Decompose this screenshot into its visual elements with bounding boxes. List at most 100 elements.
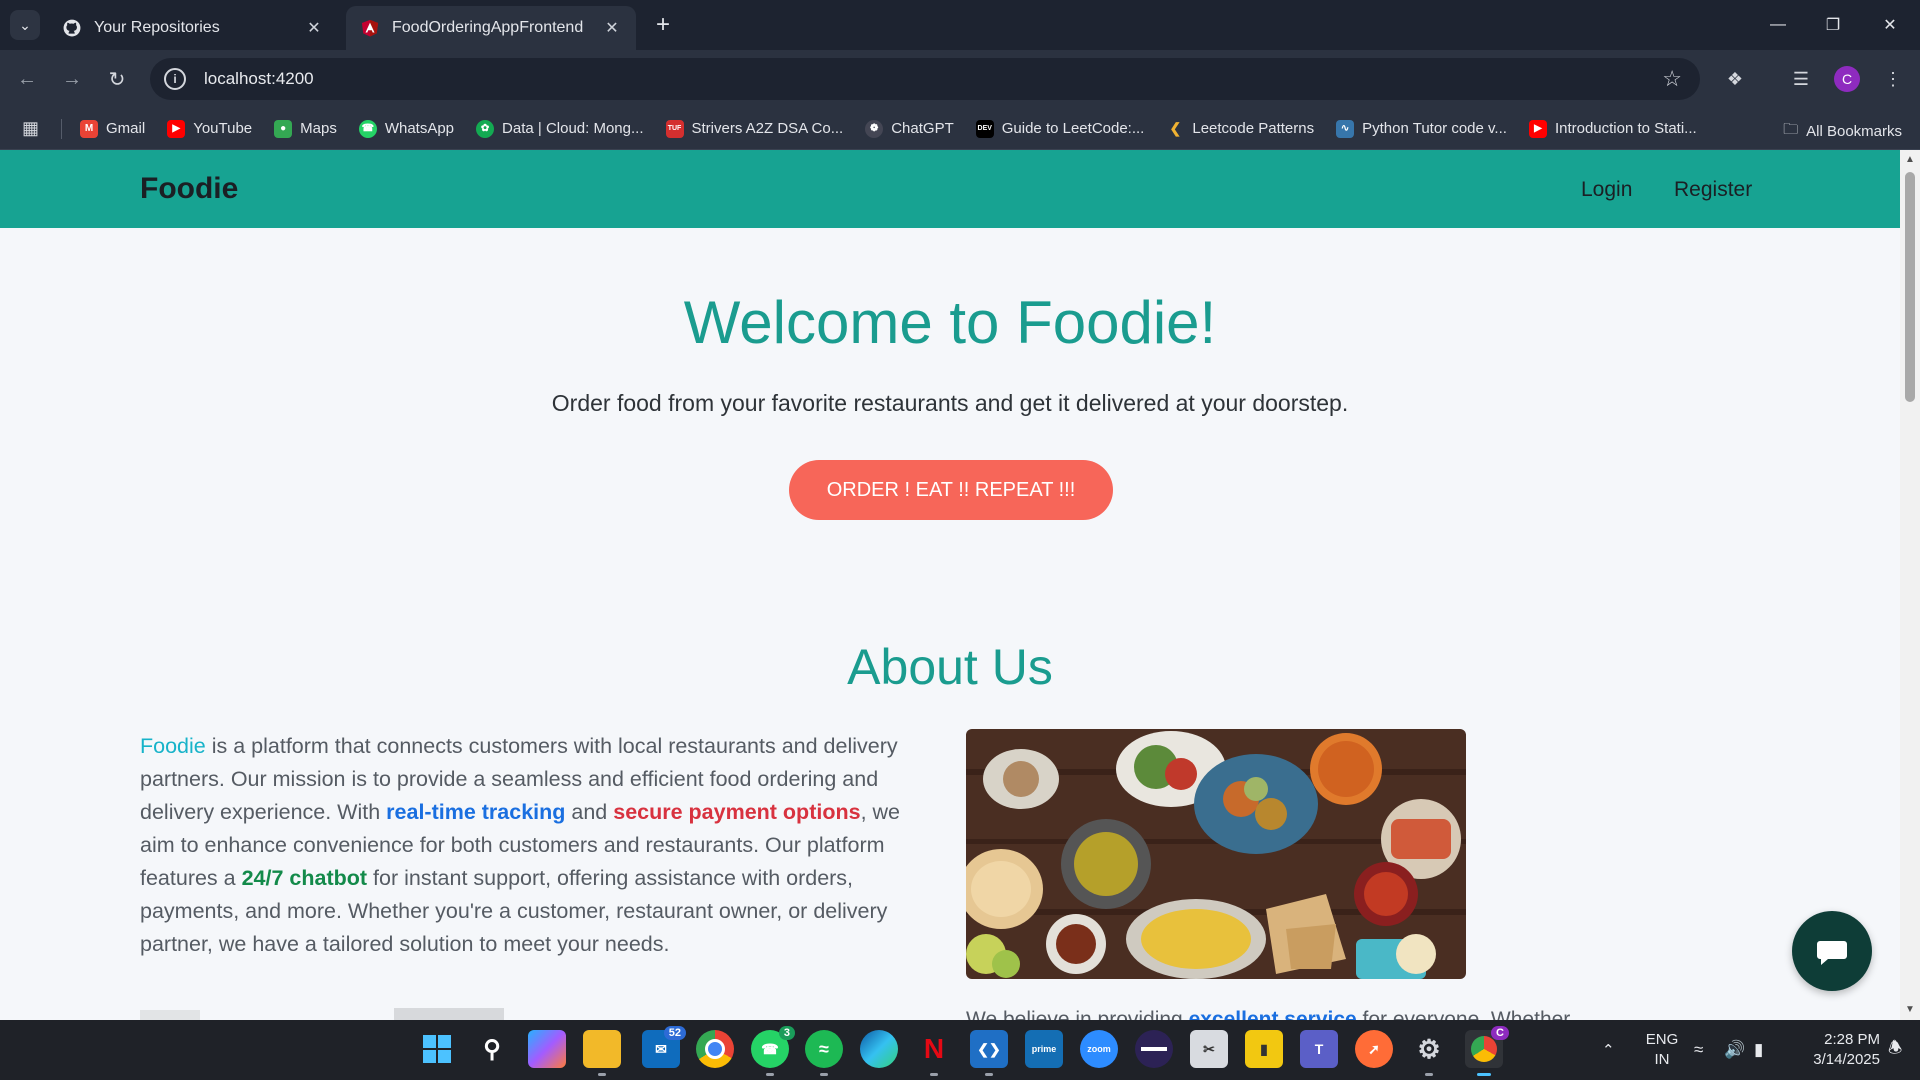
copilot-button[interactable] xyxy=(528,1030,566,1068)
order-now-button[interactable]: ORDER ! EAT !! REPEAT !!! xyxy=(789,460,1113,520)
chrome-button[interactable] xyxy=(696,1030,734,1068)
site-info-icon[interactable]: i xyxy=(164,68,186,90)
bookmark-maps[interactable]: ● Maps xyxy=(274,119,337,138)
system-clock[interactable]: 2:28 PM 3/14/2025 xyxy=(1790,1030,1880,1070)
file-explorer-button[interactable] xyxy=(583,1030,621,1076)
chrome-profile-button[interactable]: C xyxy=(1465,1026,1509,1076)
tab-title: FoodOrderingAppFrontend xyxy=(392,19,584,36)
bookmark-intro-stats[interactable]: ▶ Introduction to Stati... xyxy=(1528,119,1697,138)
close-icon[interactable]: ✕ xyxy=(602,18,622,38)
running-indicator xyxy=(930,1073,938,1076)
scroll-down-arrow[interactable]: ▼ xyxy=(1904,1004,1916,1016)
reload-icon: ↻ xyxy=(108,68,126,91)
unread-badge: 52 xyxy=(663,1026,686,1040)
whatsapp-button[interactable]: ☎ 3 xyxy=(751,1026,795,1076)
running-indicator xyxy=(820,1073,828,1076)
spotify-icon: ≈ xyxy=(819,1038,829,1059)
bookmark-leetcode-guide[interactable]: DEV Guide to LeetCode:... xyxy=(975,119,1144,138)
zoom-button[interactable]: zoom xyxy=(1080,1030,1118,1068)
chatbot-button[interactable] xyxy=(1792,911,1872,991)
address-bar[interactable]: i ☆ xyxy=(150,58,1700,100)
back-button[interactable]: ← xyxy=(12,64,42,94)
notifications-button[interactable]: 🕭 xyxy=(1888,1020,1902,1080)
chevron-down-icon: ⌄ xyxy=(19,16,31,33)
bookmark-strivers[interactable]: TUF Strivers A2Z DSA Co... xyxy=(665,119,843,138)
forward-button[interactable]: → xyxy=(57,64,87,94)
power-bi-button[interactable]: ▮ xyxy=(1245,1030,1283,1068)
tab-search-button[interactable]: ⌄ xyxy=(10,10,40,40)
tab-food-ordering-app[interactable]: FoodOrderingAppFrontend ✕ xyxy=(346,6,636,50)
browser-menu-button[interactable]: ⋮ xyxy=(1878,64,1908,94)
scroll-up-arrow[interactable]: ▲ xyxy=(1904,154,1916,166)
arrow-left-icon: ← xyxy=(17,67,37,90)
network-status[interactable]: ≈ xyxy=(1694,1020,1703,1080)
spotify-button[interactable]: ≈ xyxy=(805,1030,843,1076)
wifi-icon: ≈ xyxy=(1694,1040,1704,1059)
register-link[interactable]: Register xyxy=(1674,178,1752,202)
eclipse-button[interactable] xyxy=(1135,1030,1173,1068)
outlook-button[interactable]: ✉ 52 xyxy=(642,1026,686,1068)
scroll-thumb[interactable] xyxy=(1905,172,1915,402)
login-link[interactable]: Login xyxy=(1581,178,1632,202)
restore-button[interactable]: ❐ xyxy=(1813,10,1853,40)
running-indicator xyxy=(766,1073,774,1076)
windows-logo-icon xyxy=(423,1035,451,1063)
tab-your-repositories[interactable]: Your Repositories ✕ xyxy=(48,6,338,50)
settings-button[interactable]: ⚙ xyxy=(1410,1030,1448,1076)
about-title: About Us xyxy=(847,639,1053,695)
food-spread-image xyxy=(966,729,1466,979)
minimize-icon: — xyxy=(1770,16,1786,33)
chrome-icon xyxy=(705,1039,725,1059)
prime-video-button[interactable]: prime xyxy=(1025,1030,1063,1068)
prime-video-icon: prime xyxy=(1031,1044,1057,1054)
edge-button[interactable] xyxy=(860,1030,898,1068)
vscode-button[interactable]: ❮❯ xyxy=(970,1030,1008,1076)
netflix-button[interactable]: N xyxy=(915,1030,953,1076)
snipping-tool-button[interactable]: ✂ xyxy=(1190,1030,1228,1068)
highlight-chatbot: 24/7 chatbot xyxy=(241,866,368,890)
chevron-up-icon: ⌃ xyxy=(1602,1042,1615,1059)
volume-status[interactable]: 🔊 xyxy=(1724,1020,1745,1080)
brand-logo[interactable]: Foodie xyxy=(140,172,238,206)
bell-icon: 🕭 xyxy=(1888,1039,1903,1057)
new-tab-button[interactable]: + xyxy=(650,11,676,38)
show-hidden-icons[interactable]: ⌃ xyxy=(1602,1020,1615,1080)
language-indicator[interactable]: ENG IN xyxy=(1642,1030,1682,1070)
close-icon[interactable]: ✕ xyxy=(304,18,324,38)
search-icon: ⚲ xyxy=(483,1035,501,1063)
arrow-right-icon: → xyxy=(62,67,82,90)
queue-music-icon: ☰ xyxy=(1792,68,1810,89)
battery-status[interactable]: ▮ xyxy=(1754,1020,1763,1080)
power-bi-icon: ▮ xyxy=(1260,1040,1268,1057)
profile-avatar[interactable]: C xyxy=(1834,66,1860,92)
start-button[interactable] xyxy=(418,1030,456,1068)
bookmark-python-tutor[interactable]: ∿ Python Tutor code v... xyxy=(1336,119,1507,138)
bookmark-leetcode-patterns[interactable]: ❮ Leetcode Patterns xyxy=(1166,120,1314,138)
eclipse-icon xyxy=(1141,1047,1167,1051)
apps-grid-icon[interactable]: ▦ xyxy=(22,118,39,139)
bookmark-mongodb[interactable]: ✿ Data | Cloud: Mong... xyxy=(476,119,644,138)
gmail-icon: M xyxy=(80,119,99,138)
all-bookmarks-button[interactable]: 🗀 All Bookmarks xyxy=(1783,119,1902,144)
reload-button[interactable]: ↻ xyxy=(102,64,132,94)
bookmark-gmail[interactable]: M Gmail xyxy=(80,119,145,138)
teams-button[interactable]: T xyxy=(1300,1030,1338,1068)
media-controls-button[interactable]: ☰ xyxy=(1786,64,1816,94)
minimize-button[interactable]: — xyxy=(1758,10,1798,40)
folder-icon: 🗀 xyxy=(1783,121,1799,138)
highlight-tracking: real-time tracking xyxy=(386,800,566,824)
bookmark-whatsapp[interactable]: ☎ WhatsApp xyxy=(358,119,454,138)
zoom-icon: zoom xyxy=(1087,1044,1111,1054)
postman-button[interactable]: ➚ xyxy=(1355,1030,1393,1068)
extensions-button[interactable]: ❖ xyxy=(1720,64,1750,94)
bookmark-youtube[interactable]: ▶ YouTube xyxy=(167,119,252,138)
search-button[interactable]: ⚲ xyxy=(473,1030,511,1068)
url-input[interactable] xyxy=(202,68,1606,90)
bookmark-chatgpt[interactable]: ❁ ChatGPT xyxy=(865,119,954,138)
page-scrollbar[interactable]: ▲ ▼ xyxy=(1900,150,1920,1020)
leetcode-icon: ❮ xyxy=(1169,120,1182,136)
close-window-button[interactable]: ✕ xyxy=(1870,10,1910,40)
about-paragraph: Foodie is a platform that connects custo… xyxy=(140,734,900,956)
bookmark-star-icon[interactable]: ☆ xyxy=(1662,66,1682,92)
running-indicator xyxy=(1477,1073,1491,1076)
